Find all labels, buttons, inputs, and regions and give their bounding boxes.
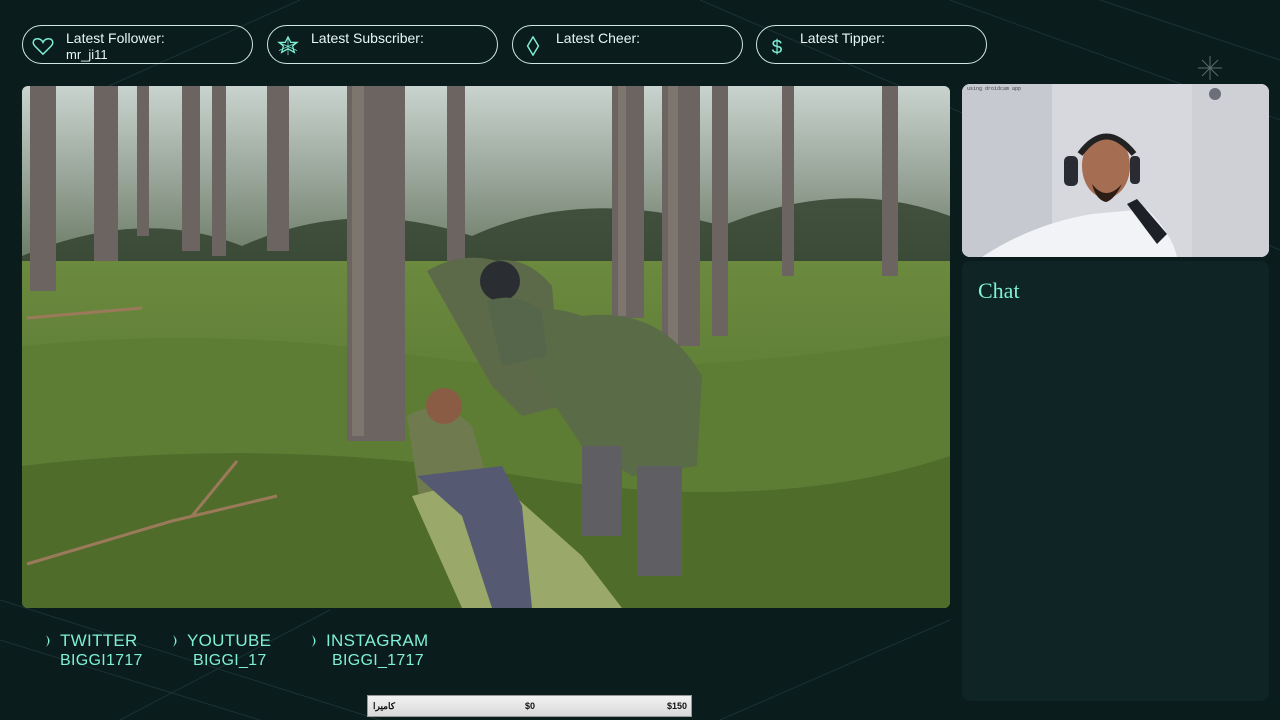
moon-icon	[312, 635, 316, 647]
social-twitter-name: TWITTER	[60, 631, 138, 650]
latest-tipper-label: Latest Tipper:	[800, 30, 885, 46]
latest-subscriber-box: Latest Subscriber:	[267, 25, 498, 64]
diamond-icon	[526, 36, 540, 56]
latest-follower-box: Latest Follower: mr_ji11	[22, 25, 253, 64]
star-icon	[277, 36, 299, 56]
dollar-icon: $	[772, 37, 783, 56]
latest-tipper-box: $ Latest Tipper:	[756, 25, 987, 64]
latest-follower-value: mr_ji11	[66, 47, 108, 62]
moon-icon	[173, 635, 177, 647]
social-youtube-name: YOUTUBE	[187, 631, 272, 650]
webcam-caption: using droidcam app	[967, 86, 1022, 92]
main-video	[22, 86, 950, 608]
latest-cheer-box: Latest Cheer:	[512, 25, 743, 64]
svg-text:$: $	[772, 37, 783, 56]
social-twitter-handle: BIGGI1717	[60, 652, 143, 669]
goal-start-amount: $0	[525, 701, 536, 711]
webcam-feed: using droidcam app	[962, 84, 1269, 257]
social-instagram-handle: BIGGI_1717	[332, 652, 424, 669]
sparkle-icon	[1198, 56, 1222, 80]
moon-icon	[46, 635, 50, 647]
heart-icon	[32, 37, 54, 56]
goal-target-amount: $150	[666, 701, 687, 711]
chat-panel[interactable]: Chat	[962, 261, 1269, 701]
chat-title: Chat	[978, 278, 1020, 303]
latest-follower-label: Latest Follower:	[66, 30, 165, 46]
latest-cheer-label: Latest Cheer:	[556, 30, 641, 46]
streamer-webcam-image	[962, 84, 1269, 257]
latest-subscriber-label: Latest Subscriber:	[311, 30, 424, 46]
social-youtube-handle: BIGGI_17	[193, 652, 267, 669]
donation-goal-bar: کامیرا $0 $150	[367, 695, 692, 717]
goal-label: کامیرا	[373, 701, 396, 711]
social-instagram-name: INSTAGRAM	[326, 631, 429, 650]
forest-scene-image	[22, 86, 950, 608]
